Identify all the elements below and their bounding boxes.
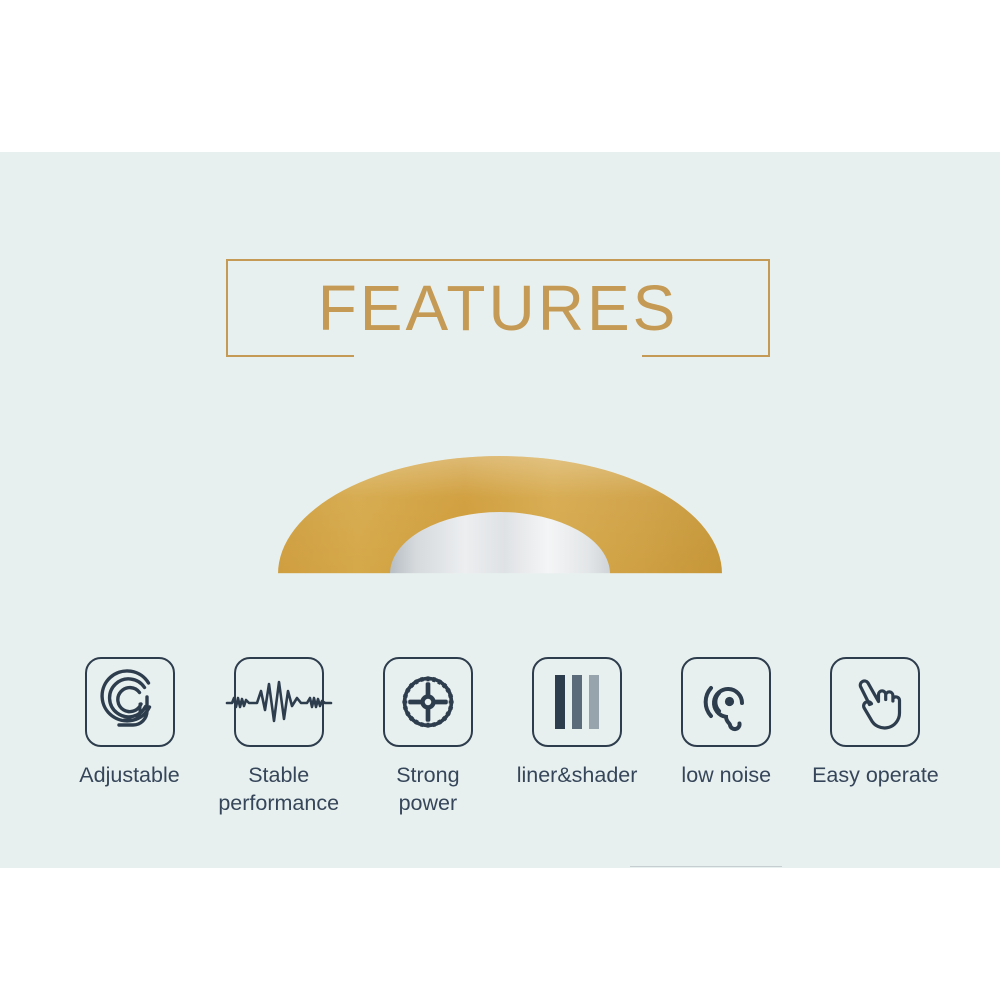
feature-icon-box: [382, 657, 473, 747]
feature-icon-box: [532, 657, 623, 747]
feature-label: Strong power: [396, 763, 460, 816]
title-frame: FEATURES: [226, 259, 770, 357]
feature-icon-box: [830, 657, 921, 747]
feature-item-easy-operate[interactable]: Easy operate: [801, 657, 950, 789]
feature-label: Easy operate: [812, 763, 939, 787]
waveform-icon: [225, 674, 332, 730]
feature-item-strong-power[interactable]: Strong power: [353, 657, 502, 818]
feature-icon-box: [225, 657, 332, 747]
feature-item-stable-performance[interactable]: Stable performance: [204, 657, 353, 818]
feature-label: liner&shader: [516, 763, 638, 787]
spiral-dial-icon: [99, 669, 161, 733]
bars-icon: [549, 675, 605, 729]
features-panel: FEATURES Adjustable Stable performance S…: [0, 152, 1000, 868]
gear-icon: [401, 675, 455, 729]
page-root: FEATURES Adjustable Stable performance S…: [0, 0, 1000, 1000]
feature-label: Adjustable: [79, 763, 180, 787]
features-row: Adjustable Stable performance Strong pow…: [55, 657, 950, 847]
feature-item-low-noise[interactable]: low noise: [652, 657, 801, 789]
feature-item-adjustable[interactable]: Adjustable: [55, 657, 204, 789]
page-title: FEATURES: [317, 272, 679, 344]
ear-icon: [697, 673, 755, 732]
panel-hairline-artifact: [630, 866, 782, 867]
feature-label: low noise: [681, 763, 772, 787]
feature-label: Stable performance: [218, 763, 340, 816]
feature-icon-box: [84, 657, 175, 747]
pointing-hand-icon: [847, 673, 903, 731]
feature-item-liner-shader[interactable]: liner&shader: [503, 657, 652, 789]
feature-icon-box: [681, 657, 772, 747]
product-hero-image: [278, 452, 722, 576]
